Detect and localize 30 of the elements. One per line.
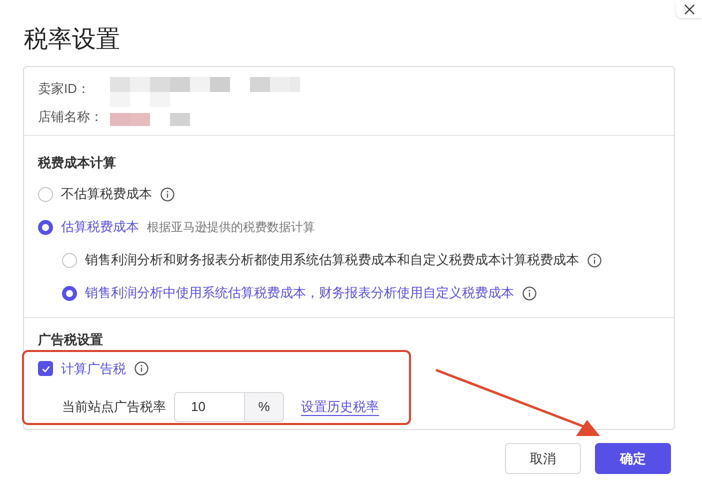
info-icon[interactable] bbox=[522, 286, 537, 300]
option-note: 根据亚马逊提供的税费数据计算 bbox=[147, 219, 315, 236]
field-label: 卖家ID： bbox=[38, 80, 90, 97]
info-icon[interactable] bbox=[160, 186, 175, 202]
rate-field[interactable]: 10 % bbox=[174, 392, 284, 422]
primary-button[interactable]: 确定 bbox=[595, 443, 671, 474]
option-label[interactable]: 销售利润分析和财务报表分析都使用系统估算税费成本和自定义税费成本计算税费成本 bbox=[85, 250, 579, 270]
section-heading: 税费成本计算 bbox=[38, 154, 116, 172]
check-icon bbox=[40, 364, 50, 374]
option-label[interactable]: 销售利润分析中使用系统估算税费成本，财务报表分析使用自定义税费成本 bbox=[85, 283, 514, 303]
close-button[interactable] bbox=[676, 0, 702, 18]
unit-label: % bbox=[244, 392, 283, 420]
secondary-button[interactable]: 取消 bbox=[505, 443, 581, 474]
field-label: 当前站点广告税率 bbox=[62, 398, 166, 416]
radio-button[interactable] bbox=[62, 252, 77, 268]
radio-button[interactable] bbox=[38, 186, 53, 202]
radio-button[interactable] bbox=[38, 220, 53, 234]
option-label[interactable]: 不估算税费成本 bbox=[61, 184, 152, 204]
history-rate-link[interactable]: 设置历史税率 bbox=[301, 396, 379, 416]
field-label: 店铺名称： bbox=[38, 108, 103, 125]
info-icon[interactable] bbox=[587, 252, 602, 268]
info-icon[interactable] bbox=[134, 361, 149, 376]
checkbox-label[interactable]: 计算广告税 bbox=[61, 358, 126, 378]
dialog-title: 税率设置 bbox=[24, 25, 120, 55]
section-heading: 广告税设置 bbox=[38, 331, 103, 349]
checkbox[interactable] bbox=[38, 361, 53, 376]
rate-input-field[interactable]: 10 bbox=[175, 392, 244, 420]
close-icon[interactable] bbox=[684, 4, 694, 14]
radio-button[interactable] bbox=[62, 286, 77, 300]
option-label[interactable]: 估算税费成本 bbox=[61, 217, 139, 237]
